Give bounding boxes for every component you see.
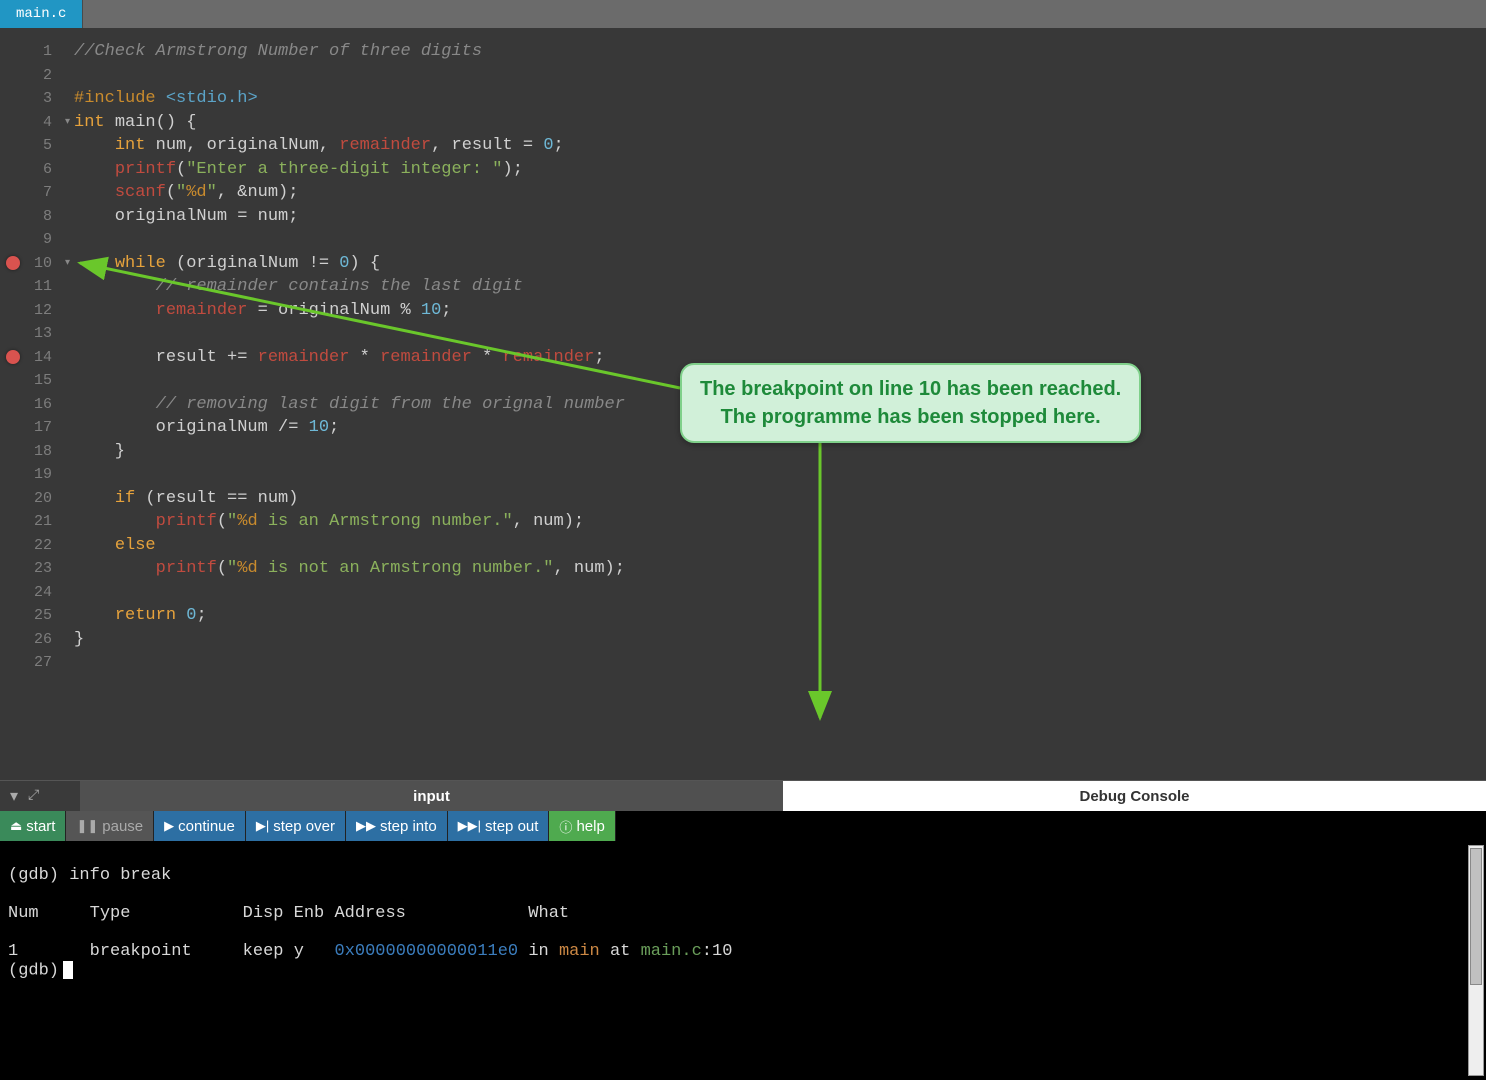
code-line[interactable] xyxy=(74,228,1486,252)
code-line[interactable]: while (originalNum != 0) { xyxy=(74,252,1486,276)
info-icon: ⓘ xyxy=(559,817,572,836)
start-button[interactable]: ⏏ start xyxy=(0,811,66,841)
cursor xyxy=(63,961,73,979)
code-line[interactable] xyxy=(74,463,1486,487)
step-over-icon: ▶| xyxy=(256,818,269,834)
debug-toolbar: ⏏ start ❚❚ pause ▶ continue ▶| step over… xyxy=(0,811,1486,841)
code-line[interactable]: } xyxy=(74,628,1486,652)
line-number[interactable]: 9 xyxy=(0,228,60,252)
code-line[interactable]: // remainder contains the last digit xyxy=(74,275,1486,299)
code-line[interactable]: originalNum = num; xyxy=(74,205,1486,229)
line-number[interactable]: 3 xyxy=(0,87,60,111)
pause-button[interactable]: ❚❚ pause xyxy=(66,811,154,841)
tab-label: main.c xyxy=(16,6,66,22)
line-number[interactable]: 23 xyxy=(0,557,60,581)
continue-label: continue xyxy=(178,818,235,835)
line-number[interactable]: 1 xyxy=(0,40,60,64)
step-out-label: step out xyxy=(485,818,538,835)
line-number[interactable]: 2 xyxy=(0,64,60,88)
code-line[interactable] xyxy=(74,322,1486,346)
step-over-label: step over xyxy=(273,818,335,835)
line-number[interactable]: 20 xyxy=(0,487,60,511)
gdb-console[interactable]: (gdb) info break Num Type Disp Enb Addre… xyxy=(0,841,1486,1080)
line-number-gutter[interactable]: 1234▾5678910▾111213141516171819202122232… xyxy=(0,28,60,780)
line-number[interactable]: 27 xyxy=(0,651,60,675)
tab-input[interactable]: input xyxy=(80,781,783,811)
line-number[interactable]: 25 xyxy=(0,604,60,628)
code-line[interactable] xyxy=(74,64,1486,88)
breakpoint-icon[interactable] xyxy=(6,350,20,364)
step-into-button[interactable]: ▶▶ step into xyxy=(346,811,448,841)
bottom-pane: ▾ ⤢ input Debug Console ⏏ start ❚❚ pause… xyxy=(0,780,1486,1080)
code-line[interactable]: scanf("%d", &num); xyxy=(74,181,1486,205)
breakpoint-icon[interactable] xyxy=(6,256,20,270)
line-number[interactable]: 5 xyxy=(0,134,60,158)
pane-header-controls: ▾ ⤢ xyxy=(0,781,80,811)
code-line[interactable]: return 0; xyxy=(74,604,1486,628)
line-number[interactable]: 17 xyxy=(0,416,60,440)
code-line[interactable]: #include <stdio.h> xyxy=(74,87,1486,111)
tab-debug-label: Debug Console xyxy=(1079,788,1189,805)
line-number[interactable]: 10▾ xyxy=(0,252,60,276)
step-out-icon: ▶▶| xyxy=(458,818,481,834)
line-number[interactable]: 16 xyxy=(0,393,60,417)
help-button[interactable]: ⓘ help xyxy=(549,811,615,841)
tab-input-label: input xyxy=(413,788,450,805)
eject-icon: ⏏ xyxy=(10,818,22,834)
code-editor[interactable]: 1234▾5678910▾111213141516171819202122232… xyxy=(0,28,1486,780)
gdb-break-row: 1 breakpoint keep y 0x00000000000011e0 i… xyxy=(8,942,732,961)
line-number[interactable]: 11 xyxy=(0,275,60,299)
line-number[interactable]: 14 xyxy=(0,346,60,370)
line-number[interactable]: 8 xyxy=(0,205,60,229)
annotation-line-2: The programme has been stopped here. xyxy=(700,403,1121,431)
line-number[interactable]: 18 xyxy=(0,440,60,464)
code-line[interactable]: } xyxy=(74,440,1486,464)
code-line[interactable]: else xyxy=(74,534,1486,558)
chevron-down-icon[interactable]: ▾ xyxy=(10,786,18,806)
play-icon: ▶ xyxy=(164,818,174,834)
line-number[interactable]: 12 xyxy=(0,299,60,323)
line-number[interactable]: 4▾ xyxy=(0,111,60,135)
start-label: start xyxy=(26,818,55,835)
annotation-line-1: The breakpoint on line 10 has been reach… xyxy=(700,375,1121,403)
line-number[interactable]: 21 xyxy=(0,510,60,534)
code-line[interactable]: printf("%d is an Armstrong number.", num… xyxy=(74,510,1486,534)
gdb-prompt-line: (gdb) info break xyxy=(8,866,171,885)
gdb-prompt-2: (gdb) xyxy=(8,961,59,980)
pause-label: pause xyxy=(102,818,143,835)
line-number[interactable]: 26 xyxy=(0,628,60,652)
tab-debug-console[interactable]: Debug Console xyxy=(783,781,1486,811)
code-line[interactable] xyxy=(74,651,1486,675)
console-scrollbar[interactable] xyxy=(1468,845,1484,1076)
step-out-button[interactable]: ▶▶| step out xyxy=(448,811,550,841)
line-number[interactable]: 24 xyxy=(0,581,60,605)
expand-icon[interactable]: ⤢ xyxy=(28,788,39,804)
line-number[interactable]: 22 xyxy=(0,534,60,558)
code-line[interactable]: printf("%d is not an Armstrong number.",… xyxy=(74,557,1486,581)
line-number[interactable]: 19 xyxy=(0,463,60,487)
file-tab-main-c[interactable]: main.c xyxy=(0,0,83,28)
gdb-header-line: Num Type Disp Enb Address What xyxy=(8,904,569,923)
help-label: help xyxy=(576,818,604,835)
code-line[interactable]: //Check Armstrong Number of three digits xyxy=(74,40,1486,64)
line-number[interactable]: 13 xyxy=(0,322,60,346)
code-line[interactable]: remainder = originalNum % 10; xyxy=(74,299,1486,323)
line-number[interactable]: 15 xyxy=(0,369,60,393)
tab-bar: main.c xyxy=(0,0,1486,28)
pane-header: ▾ ⤢ input Debug Console xyxy=(0,781,1486,811)
scrollbar-thumb[interactable] xyxy=(1470,848,1482,985)
code-line[interactable]: if (result == num) xyxy=(74,487,1486,511)
code-line[interactable]: int main() { xyxy=(74,111,1486,135)
step-into-icon: ▶▶ xyxy=(356,818,376,834)
pause-icon: ❚❚ xyxy=(76,818,98,834)
code-line[interactable]: int num, originalNum, remainder, result … xyxy=(74,134,1486,158)
annotation-callout: The breakpoint on line 10 has been reach… xyxy=(680,363,1141,443)
continue-button[interactable]: ▶ continue xyxy=(154,811,246,841)
step-into-label: step into xyxy=(380,818,437,835)
code-line[interactable]: printf("Enter a three-digit integer: "); xyxy=(74,158,1486,182)
line-number[interactable]: 6 xyxy=(0,158,60,182)
line-number[interactable]: 7 xyxy=(0,181,60,205)
code-line[interactable] xyxy=(74,581,1486,605)
step-over-button[interactable]: ▶| step over xyxy=(246,811,346,841)
